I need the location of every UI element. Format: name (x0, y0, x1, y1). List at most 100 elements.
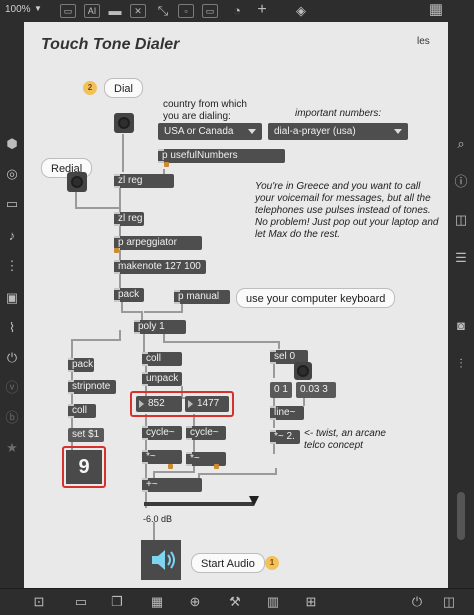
plus-icon[interactable]: ⊕ (186, 594, 204, 610)
line-object[interactable]: line~ (270, 406, 304, 420)
speaker-button[interactable] (141, 540, 181, 580)
paperclip-icon[interactable]: ⌇ (3, 320, 21, 336)
paint-bucket-icon[interactable]: ◈ (292, 3, 310, 19)
ai-icon[interactable]: AI (84, 4, 100, 18)
windows-icon[interactable]: ❐ (108, 594, 126, 610)
button-ring (297, 365, 309, 377)
power-icon[interactable]: ⏻ (408, 594, 426, 610)
inlet-marker (114, 248, 119, 253)
search-icon[interactable]: ⌕ (452, 136, 470, 152)
wrench-icon[interactable]: ⚒ (226, 594, 244, 610)
box-icon[interactable]: ▫ (178, 4, 194, 18)
top-toolbar: 100% ▼ ▭ AI ▬ ✕ ⤡ ▫ ▭ ◔ + ◈ ▦ (0, 0, 474, 23)
button-ring (71, 176, 83, 188)
grid-icon[interactable]: ▦ (148, 594, 166, 610)
dotted-bar-icon[interactable]: ⋮ (3, 258, 21, 274)
package-icon[interactable]: ⬢ (3, 136, 21, 152)
zoom-level[interactable]: 100% (5, 4, 31, 15)
twist-comment: <- twist, an arcane telco concept (304, 428, 386, 451)
start-audio-bubble: Start Audio (191, 553, 265, 573)
piano-icon[interactable]: ▥ (264, 594, 282, 610)
info-icon[interactable]: ⓘ (452, 174, 470, 190)
cycle-object-1[interactable]: cycle~ (142, 426, 182, 440)
digit-display: 9 (66, 450, 102, 484)
p-usefulnumbers-object[interactable]: p usefulNumbers (158, 149, 285, 163)
plus-object[interactable]: +~ (142, 478, 202, 492)
stripnote-object[interactable]: stripnote (68, 380, 116, 394)
sliders-icon[interactable]: ⫶ (452, 356, 470, 372)
button-ring (118, 117, 130, 129)
record-icon[interactable]: ◎ (3, 166, 21, 182)
triangle-icon (188, 400, 193, 408)
comment-icon[interactable]: ▬ (106, 3, 124, 19)
numbers-menu[interactable]: dial-a-prayer (usa) (268, 123, 408, 140)
poly-object[interactable]: poly 1 (134, 320, 186, 334)
country-label: country from which you are dialing: (163, 99, 247, 122)
gain-label: -6.0 dB (143, 514, 173, 524)
mul-object-1[interactable]: *~ (142, 450, 182, 464)
scrollbar[interactable] (457, 492, 465, 540)
dial-button[interactable] (114, 113, 134, 133)
pack-object[interactable]: pack (114, 288, 144, 302)
patchcord-icon[interactable]: ⤡ (154, 3, 172, 19)
star-icon[interactable]: ★ (3, 440, 21, 456)
unpack-object[interactable]: unpack (142, 372, 182, 386)
set-message[interactable]: set $1 (68, 428, 104, 442)
country-menu[interactable]: USA or Canada (158, 123, 262, 140)
coll-object-mid[interactable]: coll (142, 352, 182, 366)
freq2-value: 1477 (197, 398, 220, 409)
start-badge: 1 (265, 556, 279, 570)
list-icon[interactable]: ☰ (452, 250, 470, 266)
cycle-object-2[interactable]: cycle~ (186, 426, 226, 440)
toggle-icon[interactable]: ▭ (3, 196, 21, 212)
presentation-icon[interactable]: ▭ (60, 4, 76, 18)
music-note-icon[interactable]: ♪ (3, 228, 21, 244)
chevron-down-icon[interactable]: ▼ (34, 4, 42, 13)
p-arpeggiator-object[interactable]: p arpeggiator (114, 236, 202, 250)
columns-icon[interactable]: ◫ (440, 594, 458, 610)
msg-0-1[interactable]: 0 1 (270, 382, 292, 398)
mul-object-2[interactable]: *~ (186, 452, 226, 466)
freq2-number[interactable]: 1477 (185, 396, 229, 412)
coll-object-left[interactable]: coll (68, 404, 96, 418)
manual-bubble: use your computer keyboard (236, 288, 396, 308)
grid-icon[interactable]: ▦ (427, 2, 445, 18)
lock-icon[interactable]: ⊡ (30, 594, 48, 610)
mul-object-3[interactable]: *~ 2. (270, 430, 300, 444)
pack-object-2[interactable]: pack (68, 358, 94, 372)
freq1-number[interactable]: 852 (136, 396, 182, 412)
important-label: important numbers: (295, 108, 382, 119)
inlet-marker (214, 464, 219, 469)
gauge-icon[interactable]: ◔ (228, 3, 246, 19)
columns-icon[interactable]: ◫ (452, 212, 470, 228)
msg-0-03-3[interactable]: 0.03 3 (296, 382, 336, 398)
close-box-icon[interactable]: ✕ (130, 4, 146, 18)
slider-handle[interactable] (249, 496, 259, 506)
plug-icon[interactable]: ⏻ (3, 350, 21, 366)
gain-slider[interactable] (144, 502, 254, 506)
plus-icon[interactable]: + (253, 2, 271, 18)
triangle-icon (139, 400, 144, 408)
b-circle-icon[interactable]: ⓑ (3, 410, 21, 426)
sel-bang-button[interactable] (294, 362, 312, 380)
zl-reg-object-1[interactable]: zl reg (114, 174, 174, 188)
camera-icon[interactable]: ◙ (452, 318, 470, 334)
zl-reg-object-2[interactable]: zl reg (114, 212, 144, 226)
numbers-menu-label: dial-a-prayer (usa) (274, 126, 356, 137)
v-circle-icon[interactable]: ⓥ (3, 380, 21, 396)
redial-button[interactable] (67, 172, 87, 192)
inlet-marker (164, 162, 169, 167)
presentation-icon[interactable]: ▭ (72, 594, 90, 610)
author-label: les (417, 36, 430, 47)
table-icon[interactable]: ⊞ (302, 594, 320, 610)
box-icon[interactable]: ▭ (202, 4, 218, 18)
makenote-object[interactable]: makenote 127 100 (114, 260, 206, 274)
greece-comment: You're in Greece and you want to call yo… (255, 181, 439, 240)
image-icon[interactable]: ▣ (3, 290, 21, 306)
patcher-canvas[interactable]: Touch Tone Dialer les 2 Dial Redial coun… (24, 22, 448, 588)
p-manual-object[interactable]: p manual (174, 290, 230, 304)
country-menu-label: USA or Canada (164, 126, 234, 137)
dial-badge: 2 (83, 81, 97, 95)
left-sidebar: ⬢ ◎ ▭ ♪ ⋮ ▣ ⌇ ⏻ ⓥ ⓑ ★ (0, 22, 24, 588)
chevron-down-icon (394, 129, 402, 134)
